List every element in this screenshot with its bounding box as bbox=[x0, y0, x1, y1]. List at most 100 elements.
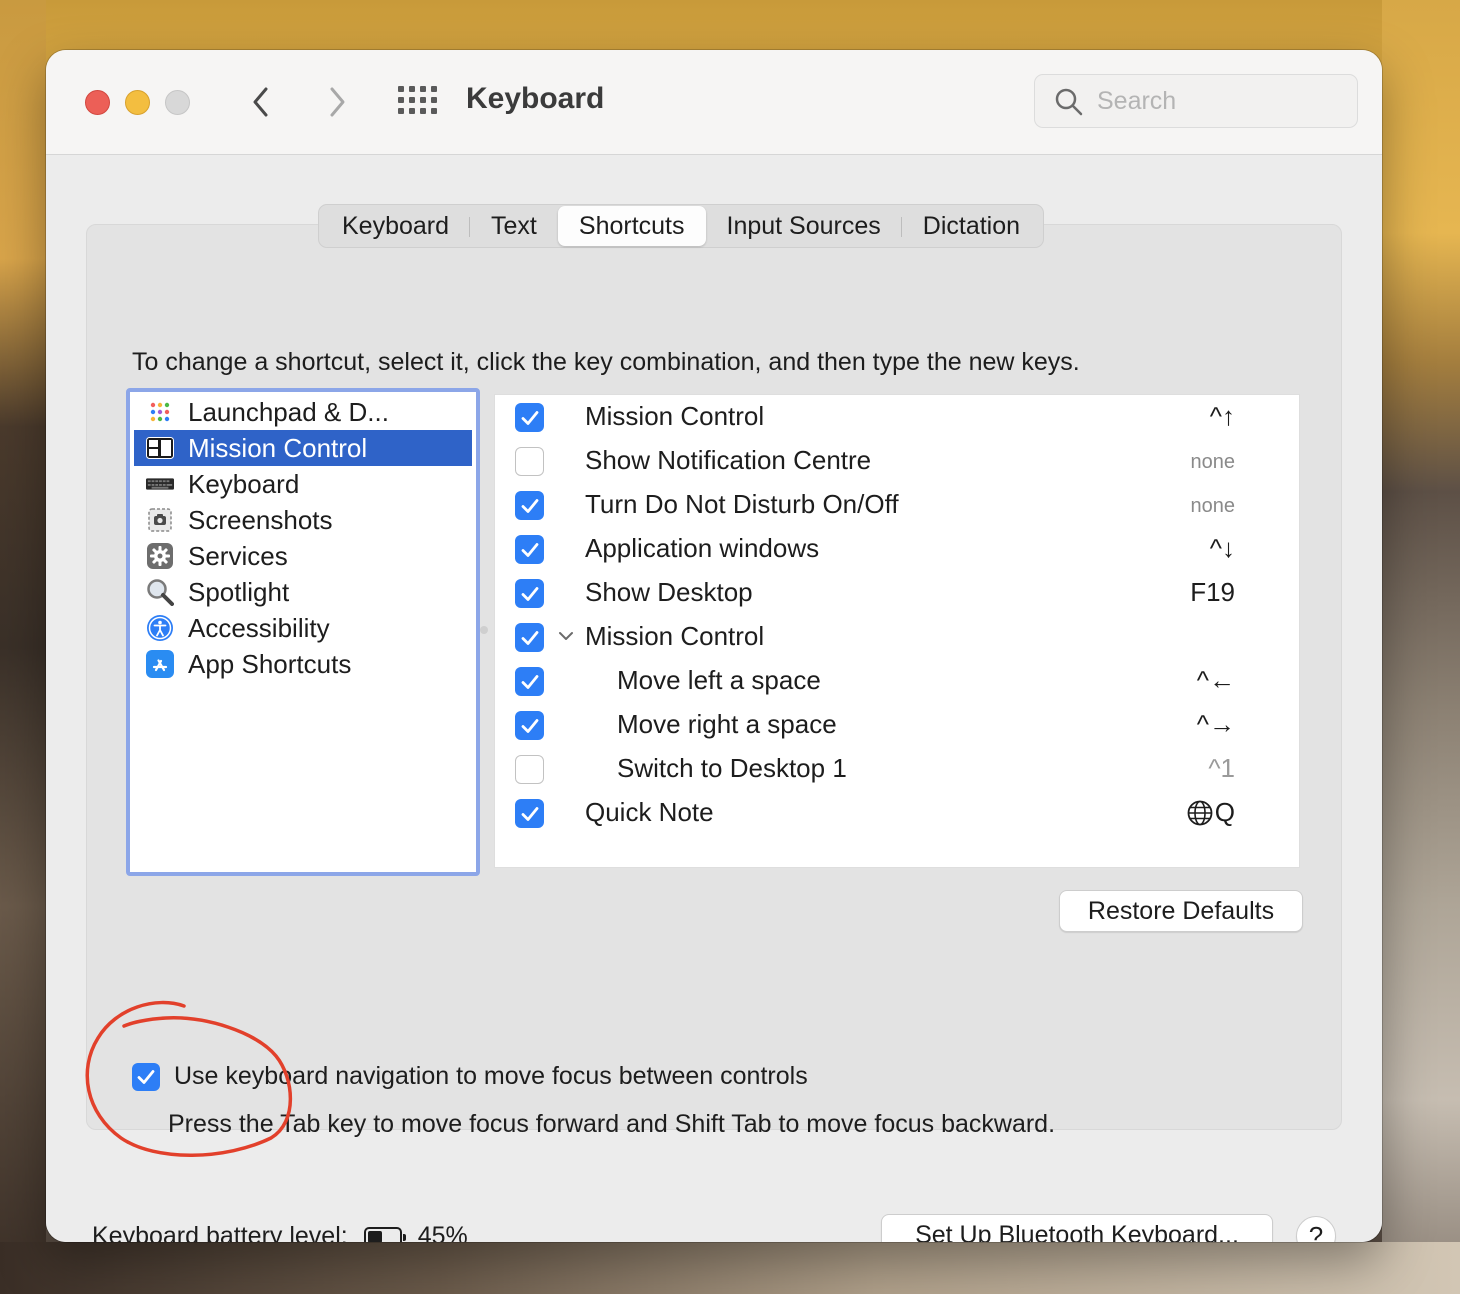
forward-button[interactable] bbox=[320, 82, 354, 122]
preferences-content: Keyboard Text Shortcuts Input Sources Di… bbox=[46, 156, 1382, 1242]
shortcut-checkbox[interactable] bbox=[515, 535, 544, 564]
checkmark-icon bbox=[521, 806, 538, 821]
shortcut-row[interactable]: Show Desktop F19 bbox=[495, 571, 1301, 615]
checkmark-icon bbox=[521, 498, 538, 513]
tab-text[interactable]: Text bbox=[470, 206, 558, 246]
screenshot-icon bbox=[146, 506, 174, 534]
tab-input-sources[interactable]: Input Sources bbox=[706, 206, 903, 246]
category-keyboard[interactable]: Keyboard bbox=[134, 466, 472, 502]
app-store-icon bbox=[146, 650, 174, 678]
desktop-wallpaper-bottom bbox=[0, 1242, 1460, 1294]
shortcut-category-list[interactable]: Launchpad & D... Mission Control Keyboar… bbox=[126, 388, 480, 876]
category-screenshots[interactable]: Screenshots bbox=[134, 502, 472, 538]
search-placeholder: Search bbox=[1097, 87, 1177, 115]
tab-shortcuts[interactable]: Shortcuts bbox=[557, 206, 706, 246]
shortcut-row[interactable]: Mission Control bbox=[495, 615, 1301, 659]
checkmark-icon bbox=[521, 586, 538, 601]
shortcut-row[interactable]: Move left a space ^← bbox=[495, 659, 1301, 703]
gear-icon bbox=[146, 542, 174, 570]
shortcut-key[interactable]: ^1 bbox=[1208, 753, 1235, 784]
title-bar: Keyboard Search bbox=[46, 50, 1382, 155]
shortcut-key[interactable]: ^→ bbox=[1197, 709, 1235, 740]
tab-dictation[interactable]: Dictation bbox=[902, 206, 1041, 246]
red-circle-annotation bbox=[85, 1000, 293, 1157]
shortcut-key[interactable]: none bbox=[1191, 451, 1236, 474]
shortcut-key[interactable]: ^← bbox=[1197, 665, 1235, 696]
launchpad-icon bbox=[146, 398, 174, 426]
shortcut-key[interactable]: ^↑ bbox=[1210, 401, 1235, 432]
category-launchpad[interactable]: Launchpad & D... bbox=[134, 394, 472, 430]
category-mission-control[interactable]: Mission Control bbox=[134, 430, 472, 466]
chevron-left-icon bbox=[253, 87, 268, 117]
category-services[interactable]: Services bbox=[134, 538, 472, 574]
checkmark-icon bbox=[521, 718, 538, 733]
category-label: Mission Control bbox=[188, 432, 368, 463]
shortcut-list[interactable]: Mission Control ^↑ Show Notification Cen… bbox=[494, 394, 1300, 868]
shortcut-label: Move right a space bbox=[617, 709, 837, 739]
shortcut-checkbox[interactable] bbox=[515, 799, 544, 828]
battery-fill bbox=[367, 1230, 382, 1242]
checkmark-icon bbox=[521, 674, 538, 689]
shortcut-checkbox[interactable] bbox=[515, 403, 544, 432]
shortcut-key[interactable]: Q bbox=[1187, 797, 1235, 828]
category-label: Keyboard bbox=[188, 468, 300, 499]
shortcut-row[interactable]: Show Notification Centre none bbox=[495, 439, 1301, 483]
back-button[interactable] bbox=[244, 82, 278, 122]
shortcut-row[interactable]: Mission Control ^↑ bbox=[495, 395, 1301, 439]
shortcut-checkbox[interactable] bbox=[515, 579, 544, 608]
shortcut-key[interactable]: F19 bbox=[1190, 577, 1235, 608]
shortcut-row[interactable]: Quick Note Q bbox=[495, 791, 1301, 835]
shortcut-label: Mission Control bbox=[585, 401, 765, 431]
category-label: Launchpad & D... bbox=[188, 396, 389, 427]
chevron-right-icon bbox=[330, 87, 345, 117]
help-button[interactable]: ? bbox=[1296, 1216, 1336, 1242]
category-label: App Shortcuts bbox=[188, 648, 352, 679]
magnifier-icon bbox=[146, 578, 174, 606]
keyboard-preferences-window: Keyboard Search Keyboard Text Shortcuts … bbox=[46, 50, 1382, 1242]
shortcut-checkbox[interactable] bbox=[515, 667, 544, 696]
shortcut-label: Application windows bbox=[585, 533, 820, 563]
shortcut-row[interactable]: Switch to Desktop 1 ^1 bbox=[495, 747, 1301, 791]
restore-defaults-button[interactable]: Restore Defaults bbox=[1059, 890, 1303, 932]
show-all-grid-button[interactable] bbox=[398, 86, 438, 116]
shortcut-key[interactable]: ^↓ bbox=[1210, 533, 1235, 564]
battery-level: 45% bbox=[417, 1222, 468, 1242]
shortcut-checkbox[interactable] bbox=[515, 623, 544, 652]
shortcut-label: Turn Do Not Disturb On/Off bbox=[585, 489, 899, 519]
category-label: Spotlight bbox=[188, 576, 290, 607]
shortcut-row[interactable]: Application windows ^↓ bbox=[495, 527, 1301, 571]
category-app-shortcuts[interactable]: App Shortcuts bbox=[134, 646, 472, 682]
category-accessibility[interactable]: Accessibility bbox=[134, 610, 472, 646]
shortcut-row[interactable]: Move right a space ^→ bbox=[495, 703, 1301, 747]
shortcut-checkbox[interactable] bbox=[515, 755, 544, 784]
shortcut-label: Move left a space bbox=[617, 665, 821, 695]
shortcut-checkbox[interactable] bbox=[515, 491, 544, 520]
search-icon bbox=[1055, 88, 1083, 116]
category-spotlight[interactable]: Spotlight bbox=[134, 574, 472, 610]
close-window-button[interactable] bbox=[85, 90, 110, 115]
set-up-bluetooth-keyboard-button[interactable]: Set Up Bluetooth Keyboard... bbox=[881, 1214, 1273, 1242]
disclosure-chevron-icon[interactable] bbox=[557, 629, 575, 643]
checkmark-icon bbox=[521, 542, 538, 557]
category-label: Accessibility bbox=[188, 612, 330, 643]
accessibility-icon bbox=[146, 614, 174, 642]
tab-keyboard[interactable]: Keyboard bbox=[321, 206, 471, 246]
desktop-wallpaper-right bbox=[1382, 0, 1460, 1294]
shortcut-key-letter: Q bbox=[1214, 797, 1235, 827]
shortcut-label: Show Notification Centre bbox=[585, 445, 872, 475]
shortcut-row[interactable]: Turn Do Not Disturb On/Off none bbox=[495, 483, 1301, 527]
shortcut-instructions: To change a shortcut, select it, click t… bbox=[132, 348, 1080, 376]
minimize-window-button[interactable] bbox=[125, 90, 150, 115]
shortcut-checkbox[interactable] bbox=[515, 711, 544, 740]
mission-control-icon bbox=[146, 434, 174, 462]
battery-icon bbox=[363, 1226, 406, 1242]
category-label: Screenshots bbox=[188, 504, 333, 535]
shortcut-label: Switch to Desktop 1 bbox=[617, 753, 847, 783]
split-view-divider[interactable] bbox=[480, 626, 488, 634]
keyboard-icon bbox=[146, 470, 174, 498]
shortcut-checkbox[interactable] bbox=[515, 447, 544, 476]
shortcut-key[interactable]: none bbox=[1191, 495, 1236, 518]
search-field[interactable]: Search bbox=[1034, 74, 1358, 128]
desktop-wallpaper-left bbox=[0, 0, 46, 1294]
zoom-window-button[interactable] bbox=[165, 90, 190, 115]
